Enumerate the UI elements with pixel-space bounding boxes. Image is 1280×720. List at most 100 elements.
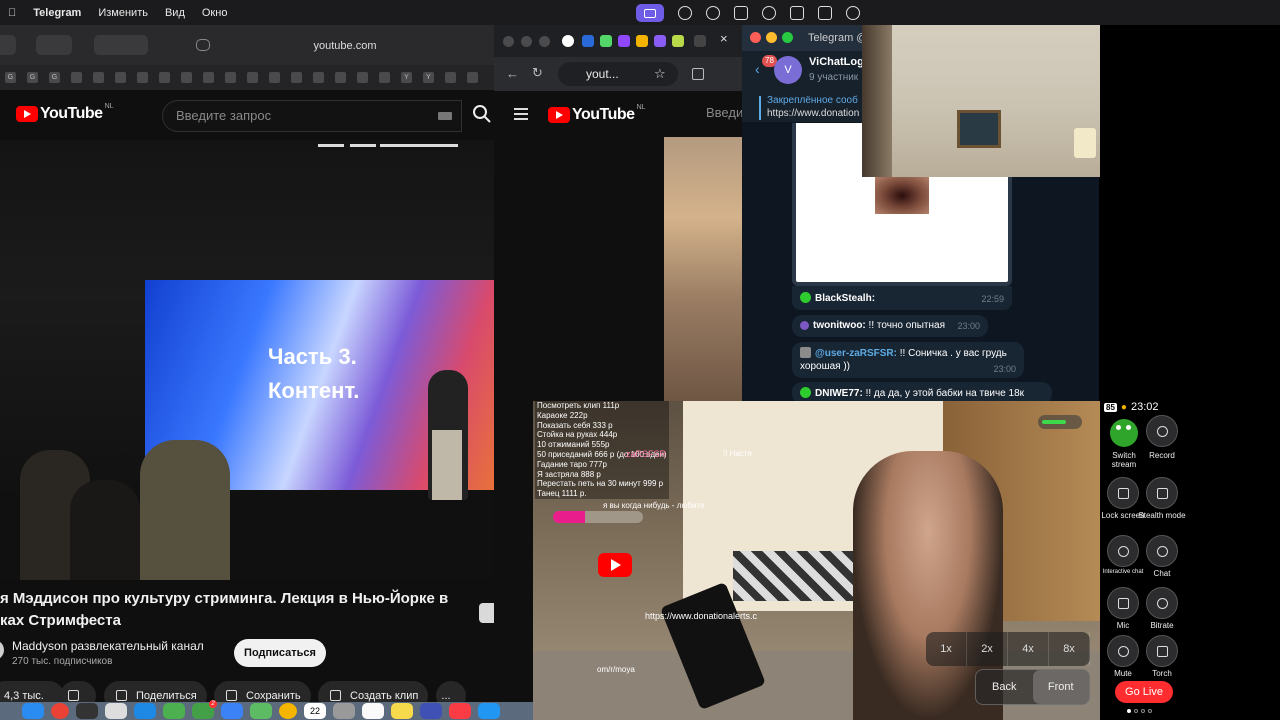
- torch-button[interactable]: [1146, 635, 1178, 667]
- record-button[interactable]: [1146, 415, 1178, 447]
- list-item[interactable]: @user-zaRSFSR: !! Соничка . у вас грудь …: [792, 342, 1024, 378]
- stocks-icon[interactable]: [420, 703, 442, 719]
- close-tab-icon[interactable]: ×: [720, 31, 728, 46]
- video-thumbnail[interactable]: [664, 137, 750, 407]
- zoom-window-button[interactable]: [782, 32, 793, 43]
- tab-favicon[interactable]: [600, 35, 612, 47]
- avatar[interactable]: V: [774, 56, 802, 84]
- favorite-item[interactable]: [225, 72, 236, 83]
- favorite-item[interactable]: [357, 72, 368, 83]
- tab-favicon[interactable]: [618, 35, 630, 47]
- favorite-item[interactable]: G: [5, 72, 16, 83]
- sidebar-toggle-icon[interactable]: [36, 35, 72, 55]
- zoom-4x-button[interactable]: 4x: [1008, 632, 1049, 666]
- channel-name[interactable]: Maddyson развлекательный канал: [12, 639, 204, 653]
- chrome-icon[interactable]: [51, 703, 69, 719]
- safari-icon[interactable]: [134, 703, 156, 719]
- extensions-icon[interactable]: [692, 68, 704, 80]
- close-window-button[interactable]: [503, 36, 514, 47]
- favorite-item[interactable]: Y: [401, 72, 412, 83]
- calendar-icon[interactable]: 22: [304, 703, 326, 719]
- chat-button[interactable]: [1146, 535, 1178, 567]
- contacts-icon[interactable]: [333, 703, 355, 719]
- maps-icon[interactable]: [250, 703, 272, 719]
- search-icon[interactable]: [472, 104, 492, 124]
- favorite-item[interactable]: [71, 72, 82, 83]
- back-forward-buttons[interactable]: [94, 35, 148, 55]
- youtube-logo[interactable]: YouTube NL: [548, 104, 646, 124]
- input-source-icon[interactable]: [818, 6, 832, 20]
- window-controls[interactable]: [0, 35, 16, 55]
- mute-button[interactable]: [1107, 635, 1139, 667]
- display-icon[interactable]: [734, 6, 748, 20]
- search-input[interactable]: Введите запрос: [162, 100, 462, 132]
- zoom-8x-button[interactable]: 8x: [1049, 632, 1090, 666]
- minimize-window-button[interactable]: [521, 36, 532, 47]
- play-icon[interactable]: [762, 6, 776, 20]
- tab-favicon[interactable]: [654, 35, 666, 47]
- photos-icon[interactable]: [279, 703, 297, 719]
- zoom-window-button[interactable]: [539, 36, 550, 47]
- back-camera-button[interactable]: Back: [976, 670, 1033, 704]
- messages-icon[interactable]: [163, 703, 185, 719]
- tab-favicon[interactable]: [636, 35, 648, 47]
- favorite-item[interactable]: G: [49, 72, 60, 83]
- back-chevron-icon[interactable]: ‹: [755, 61, 760, 77]
- menu-window[interactable]: Окно: [202, 7, 228, 19]
- favorite-item[interactable]: [247, 72, 258, 83]
- sync-icon[interactable]: [678, 6, 692, 20]
- next-chip[interactable]: [479, 603, 495, 623]
- help-icon[interactable]: [76, 703, 98, 719]
- lock-screen-button[interactable]: [1107, 477, 1139, 509]
- facetime-icon[interactable]: 2: [192, 700, 217, 719]
- favorite-item[interactable]: [313, 72, 324, 83]
- window-icon[interactable]: [790, 6, 804, 20]
- reminders-icon[interactable]: [362, 703, 384, 719]
- keyboard-icon[interactable]: [438, 112, 452, 120]
- favorite-item[interactable]: [269, 72, 280, 83]
- bitrate-button[interactable]: [1146, 587, 1178, 619]
- screen-share-icon[interactable]: [636, 4, 664, 22]
- close-window-button[interactable]: [750, 32, 761, 43]
- bookmark-star-icon[interactable]: ☆: [654, 66, 666, 82]
- favorite-item[interactable]: G: [27, 72, 38, 83]
- address-bar[interactable]: youtube.com: [195, 35, 495, 57]
- telegram-icon[interactable]: [478, 703, 500, 719]
- favorite-item[interactable]: [93, 72, 104, 83]
- reload-icon[interactable]: ↻: [532, 65, 543, 81]
- favorite-item[interactable]: [137, 72, 148, 83]
- menu-app-name[interactable]: Telegram: [33, 7, 81, 19]
- favorite-item[interactable]: [291, 72, 302, 83]
- youtube-logo[interactable]: YouTube NL: [16, 103, 114, 123]
- zoom-1x-button[interactable]: 1x: [926, 632, 967, 666]
- favorite-item[interactable]: [335, 72, 346, 83]
- apple-menu-icon[interactable]: : [8, 7, 16, 19]
- favorite-item[interactable]: [159, 72, 170, 83]
- stealth-mode-button[interactable]: [1146, 477, 1178, 509]
- mail-icon[interactable]: [221, 703, 243, 719]
- favorite-item[interactable]: [445, 72, 456, 83]
- mic-button[interactable]: [1107, 587, 1139, 619]
- notification-icon[interactable]: [706, 6, 720, 20]
- favorite-item[interactable]: Y: [423, 72, 434, 83]
- search-input-partial[interactable]: Введи: [706, 105, 743, 120]
- launchpad-icon[interactable]: [105, 703, 127, 719]
- favorite-item[interactable]: [379, 72, 390, 83]
- notes-icon[interactable]: [391, 703, 413, 719]
- list-item[interactable]: twonitwoo: !! точно опытная 23:00: [792, 315, 988, 337]
- menu-icon[interactable]: [514, 108, 528, 120]
- music-icon[interactable]: [449, 703, 471, 719]
- page-indicator[interactable]: [1127, 709, 1152, 713]
- avatar[interactable]: [0, 640, 4, 660]
- finder-icon[interactable]: [22, 703, 44, 719]
- menu-view[interactable]: Вид: [165, 7, 185, 19]
- subscribe-button[interactable]: Подписаться: [234, 639, 326, 667]
- menu-edit[interactable]: Изменить: [98, 7, 148, 19]
- minimize-window-button[interactable]: [766, 32, 777, 43]
- tab-favicon[interactable]: [672, 35, 684, 47]
- go-live-button[interactable]: Go Live: [1115, 681, 1173, 703]
- camera-preview[interactable]: [862, 0, 1100, 177]
- stream-preview[interactable]: Посмотреть клип 111р Караоке 222р Показать…: [533, 401, 1100, 720]
- favorite-item[interactable]: [203, 72, 214, 83]
- wifi-icon[interactable]: [846, 6, 860, 20]
